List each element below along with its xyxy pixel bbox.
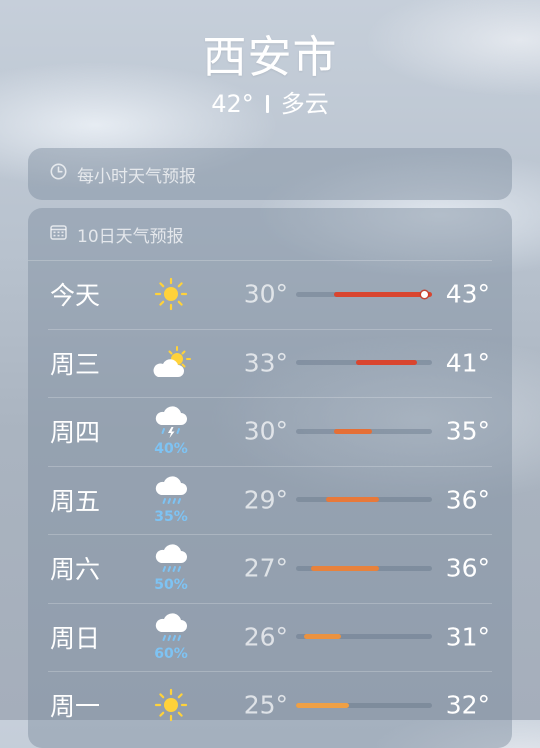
sun-icon [154,277,188,311]
low-temperature: 30° [243,416,288,446]
temperature-range-fill [303,634,342,640]
high-temperature: 36° [445,553,490,583]
forecast-icon-cell [150,338,192,388]
temperature-range-bar [296,702,432,708]
high-temperature: 43° [445,279,490,309]
day-label: 周四 [50,418,101,448]
day-label: 今天 [50,281,101,311]
location-header: 西安市 42° 多云 [0,30,540,120]
temperature-range-bar [296,634,432,640]
temperature-range-bar [296,565,432,571]
forecast-row[interactable]: 周五 35% 29° 36° [28,465,512,535]
low-temperature: 29° [243,485,288,515]
current-condition: 多云 [280,90,329,118]
forecast-row[interactable]: 周四 40% 30° 35° [28,397,512,466]
day-label: 周六 [50,555,101,585]
low-temperature: 33° [243,348,288,378]
forecast-icon-cell: 35% [150,475,192,525]
hourly-forecast-card[interactable]: 每小时天气预报 [28,148,512,200]
temperature-range-bar [296,290,432,298]
daily-forecast-label: 10日天气预报 [77,226,184,247]
low-temperature: 30° [243,279,288,309]
rain-icon [154,613,188,645]
high-temperature: 35° [445,416,490,446]
high-temperature: 32° [445,690,490,720]
temperature-range-fill [296,702,349,708]
forecast-icon-cell: 50% [150,543,192,593]
day-label: 周日 [50,623,101,653]
forecast-row[interactable]: 周六 50% 27° 36° [28,534,512,603]
current-temperature: 42° [211,90,254,118]
high-temperature: 41° [445,348,490,378]
partly-cloudy-icon [150,345,192,380]
daily-forecast-card[interactable]: 10日天气预报 今天 30° 43° 周三 33° 41° 周四 40% 30° 35° 周五 35%… [28,208,512,748]
temperature-range-fill [356,360,417,366]
separator [265,95,269,113]
hourly-forecast-label: 每小时天气预报 [77,166,196,187]
precipitation-chance: 60% [154,645,188,662]
forecast-row[interactable]: 周一 25° 32° [28,671,512,740]
temperature-range-fill [333,291,432,297]
city-name: 西安市 [202,32,338,83]
temperature-range-bar [296,360,432,366]
temperature-range-bar [296,428,432,434]
day-label: 周一 [50,692,101,722]
rain-icon [154,476,188,508]
rain-icon [154,544,188,576]
forecast-row[interactable]: 周日 60% 26° 31° [28,602,512,672]
clock-icon [50,163,67,185]
temperature-range-bar [296,497,432,503]
forecast-row[interactable]: 周三 33° 41° [28,328,512,398]
forecast-icon-cell [150,269,192,319]
temperature-range-fill [326,497,380,503]
forecast-icon-cell: 60% [150,612,192,662]
high-temperature: 31° [445,622,490,652]
precipitation-chance: 35% [154,508,188,525]
forecast-icon-cell [150,680,192,730]
forecast-row[interactable]: 今天 30° 43° [28,260,512,329]
current-conditions: 42° 多云 [0,88,540,120]
low-temperature: 27° [243,553,288,583]
day-label: 周三 [50,349,101,379]
current-temperature-marker [420,290,428,298]
thunderstorm-icon [154,406,188,440]
calendar-icon [50,224,67,245]
precipitation-chance: 40% [154,441,188,458]
low-temperature: 26° [243,622,288,652]
forecast-icon-cell: 40% [150,406,192,456]
precipitation-chance: 50% [154,577,188,594]
temperature-range-fill [333,428,372,434]
daily-forecast-list: 今天 30° 43° 周三 33° 41° 周四 40% 30° 35° 周五 35% 29° 36° 周六… [28,260,512,740]
high-temperature: 36° [445,485,490,515]
day-label: 周五 [50,486,101,516]
temperature-range-fill [311,565,380,571]
sun-icon [154,688,188,722]
low-temperature: 25° [243,690,288,720]
